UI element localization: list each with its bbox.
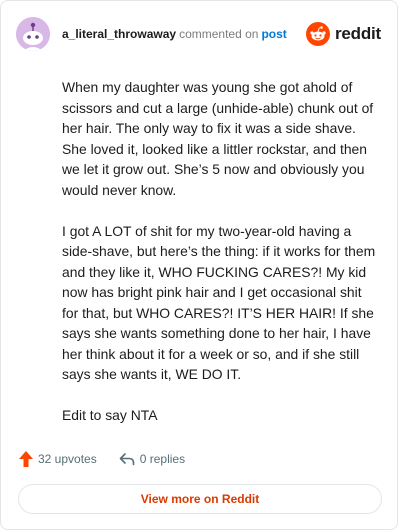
upvote-count: 32 upvotes (38, 452, 97, 466)
comment-embed-card: a_literal_throwaway commented on post redd… (0, 0, 398, 530)
reply-arrow-icon (119, 453, 135, 466)
commented-on-text: commented on (179, 27, 259, 41)
comment-body: When my daughter was young she got ahold… (62, 77, 378, 446)
comment-paragraph: When my daughter was young she got ahold… (62, 79, 374, 198)
reddit-logo-icon (305, 22, 330, 46)
post-link[interactable]: post (261, 27, 286, 41)
reply-count: 0 replies (139, 452, 186, 466)
comment-header: a_literal_throwaway commented on post redd… (16, 17, 381, 51)
reddit-brand-link[interactable]: reddit (305, 22, 381, 46)
user-avatar[interactable] (16, 17, 50, 51)
upvote-button[interactable]: 32 upvotes (19, 451, 97, 467)
comment-actions: 32 upvotes 0 replies (19, 451, 185, 467)
reply-button[interactable]: 0 replies (119, 452, 185, 466)
comment-paragraph: I got A LOT of shit for my two-year-old … (62, 222, 376, 383)
comment-paragraph: Edit to say NTA (62, 407, 158, 423)
snoo-avatar-icon (16, 17, 50, 51)
username-link[interactable]: a_literal_throwaway (62, 27, 176, 41)
view-more-button[interactable]: View more on Reddit (18, 484, 382, 514)
reddit-wordmark: reddit (334, 24, 381, 43)
comment-meta: a_literal_throwaway commented on post (62, 27, 287, 41)
upvote-arrow-icon (19, 451, 33, 467)
